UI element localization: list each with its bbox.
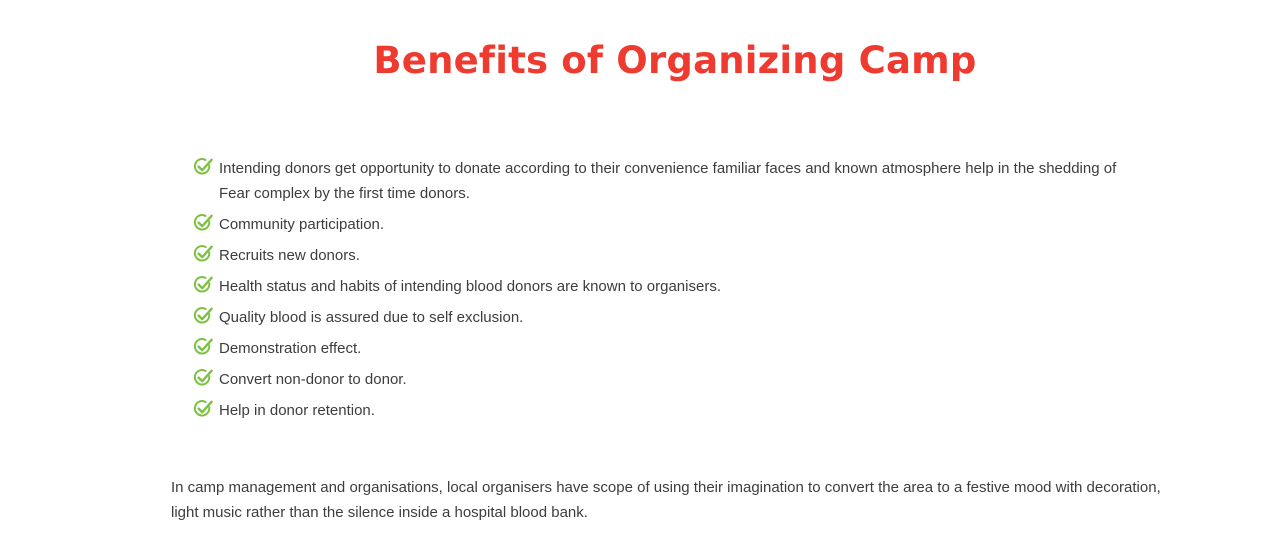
benefit-text: Community participation.	[219, 216, 385, 233]
benefit-text: Recruits new donors.	[219, 247, 360, 264]
benefit-text: Intending donors get opportunity to dona…	[219, 160, 1117, 202]
benefit-text: Convert non-donor to donor.	[219, 371, 407, 388]
benefit-text: Demonstration effect.	[219, 340, 362, 357]
list-item: Health status and habits of intending bl…	[192, 274, 1142, 299]
list-item: Demonstration effect.	[192, 336, 1142, 361]
benefit-text: Help in donor retention.	[219, 402, 375, 419]
check-circle-icon	[192, 336, 214, 358]
check-circle-icon	[192, 212, 214, 234]
check-circle-icon	[192, 274, 214, 296]
section-title: Benefits of Organizing Camp	[373, 39, 977, 82]
list-item: Recruits new donors.	[192, 243, 1142, 268]
camp-management-paragraph: In camp management and organisations, lo…	[171, 479, 1161, 521]
benefits-list: Intending donors get opportunity to dona…	[192, 156, 1142, 429]
benefit-text: Health status and habits of intending bl…	[219, 278, 721, 295]
check-circle-icon	[192, 156, 214, 178]
list-item: Convert non-donor to donor.	[192, 367, 1142, 392]
check-circle-icon	[192, 243, 214, 265]
list-item: Help in donor retention.	[192, 398, 1142, 423]
list-item: Community participation.	[192, 212, 1142, 237]
list-item: Quality blood is assured due to self exc…	[192, 305, 1142, 330]
check-circle-icon	[192, 305, 214, 327]
benefit-text: Quality blood is assured due to self exc…	[219, 309, 524, 326]
check-circle-icon	[192, 367, 214, 389]
check-circle-icon	[192, 398, 214, 420]
list-item: Intending donors get opportunity to dona…	[192, 156, 1142, 206]
